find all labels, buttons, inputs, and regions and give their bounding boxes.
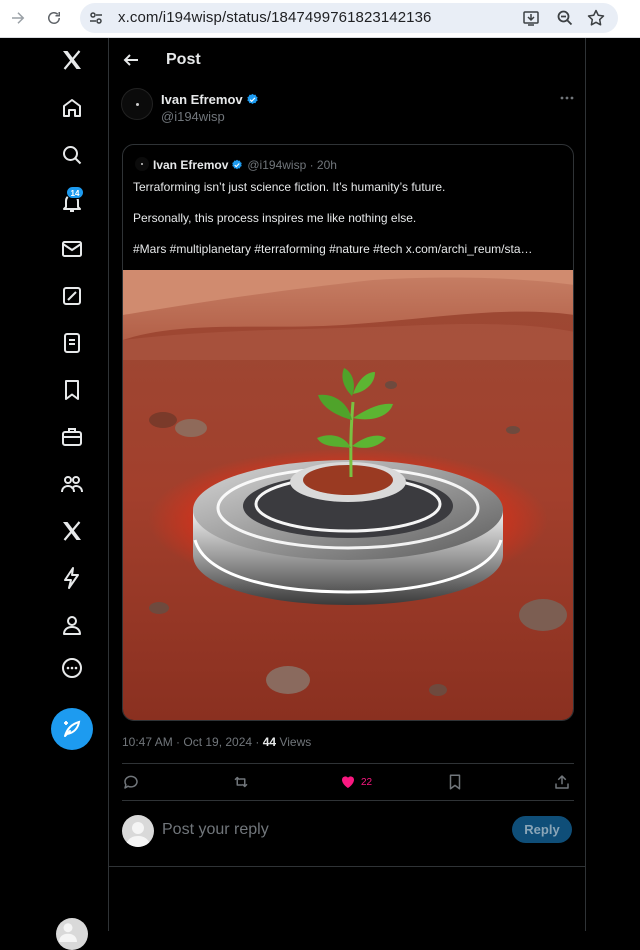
home-icon[interactable] bbox=[60, 96, 84, 120]
notifications-badge: 14 bbox=[66, 186, 84, 199]
verified-icon bbox=[247, 93, 258, 105]
mars-sprout-image[interactable] bbox=[123, 270, 574, 721]
more-icon[interactable] bbox=[60, 656, 84, 680]
bookmark-icon[interactable] bbox=[446, 773, 464, 791]
divider bbox=[122, 800, 574, 801]
messages-icon[interactable] bbox=[60, 237, 84, 261]
author-handle[interactable]: @i194wisp bbox=[161, 109, 225, 124]
browser-toolbar: x.com/i194wisp/status/184749976182314213… bbox=[0, 0, 640, 38]
quoted-post[interactable]: Ivan Efremov @i194wisp · 20h Terraforming… bbox=[122, 144, 574, 721]
main-column: Post Ivan Efremov @i194wisp Ivan Efremov… bbox=[108, 38, 586, 931]
more-options-icon[interactable] bbox=[559, 90, 575, 106]
reply-input[interactable]: Post your reply bbox=[162, 821, 269, 839]
quote-text-line: Personally, this process inspires me lik… bbox=[133, 211, 417, 225]
sidebar: 14 bbox=[0, 38, 108, 950]
back-arrow-icon[interactable] bbox=[121, 50, 141, 70]
compose-icon bbox=[60, 717, 84, 741]
share-icon[interactable] bbox=[553, 773, 571, 791]
bookmark-star-icon[interactable] bbox=[586, 8, 606, 28]
reload-icon[interactable] bbox=[42, 6, 66, 30]
explore-icon[interactable] bbox=[60, 143, 84, 167]
install-app-icon[interactable] bbox=[521, 8, 541, 28]
divider bbox=[109, 866, 586, 867]
site-settings-icon[interactable] bbox=[88, 10, 104, 26]
quote-text-line[interactable]: #Mars #multiplanetary #terraforming #nat… bbox=[133, 242, 533, 256]
account-avatar[interactable] bbox=[56, 918, 88, 950]
quote-meta: @i194wisp · 20h bbox=[247, 158, 337, 172]
post-timestamp: 10:47 AM · Oct 19, 2024 · 44 Views bbox=[122, 735, 311, 749]
reply-icon[interactable] bbox=[122, 773, 140, 791]
x-logo-icon[interactable] bbox=[60, 48, 84, 72]
communities-icon[interactable] bbox=[60, 472, 84, 496]
quote-header: Ivan Efremov @i194wisp · 20h bbox=[135, 157, 337, 172]
quote-text-line: Terraforming isn’t just science fiction.… bbox=[133, 180, 446, 194]
back-arrow-icon[interactable] bbox=[6, 6, 30, 30]
url-text[interactable]: x.com/i194wisp/status/184749976182314213… bbox=[118, 9, 432, 26]
views-count: 44 bbox=[262, 735, 277, 749]
lists-icon[interactable] bbox=[60, 331, 84, 355]
like-count[interactable]: 22 bbox=[361, 777, 372, 788]
verified-icon bbox=[232, 159, 243, 170]
post-button[interactable] bbox=[51, 708, 93, 750]
zoom-icon[interactable] bbox=[555, 8, 575, 28]
quote-author-name: Ivan Efremov bbox=[153, 158, 229, 172]
avatar[interactable] bbox=[121, 88, 153, 120]
page-header: Post bbox=[109, 38, 586, 82]
avatar bbox=[122, 815, 154, 847]
divider bbox=[122, 763, 574, 764]
grok-icon[interactable] bbox=[60, 284, 84, 308]
address-bar[interactable]: x.com/i194wisp/status/184749976182314213… bbox=[80, 3, 618, 33]
reply-composer: Post your reply Reply bbox=[122, 813, 574, 849]
repost-icon[interactable] bbox=[232, 773, 250, 791]
premium-icon[interactable] bbox=[60, 519, 84, 543]
views-label: Views bbox=[276, 735, 312, 749]
page-title: Post bbox=[166, 51, 201, 68]
bookmarks-icon[interactable] bbox=[60, 378, 84, 402]
verified-orgs-icon[interactable] bbox=[60, 566, 84, 590]
like-icon[interactable] bbox=[339, 773, 357, 791]
quote-avatar bbox=[135, 157, 149, 171]
profile-icon[interactable] bbox=[60, 613, 84, 637]
reply-button[interactable]: Reply bbox=[512, 816, 572, 843]
jobs-icon[interactable] bbox=[60, 425, 84, 449]
post-actions: 22 bbox=[122, 765, 574, 799]
timestamp-text[interactable]: 10:47 AM · Oct 19, 2024 · bbox=[122, 735, 263, 749]
author-name-row[interactable]: Ivan Efremov bbox=[161, 92, 259, 107]
author-name[interactable]: Ivan Efremov bbox=[161, 92, 243, 107]
